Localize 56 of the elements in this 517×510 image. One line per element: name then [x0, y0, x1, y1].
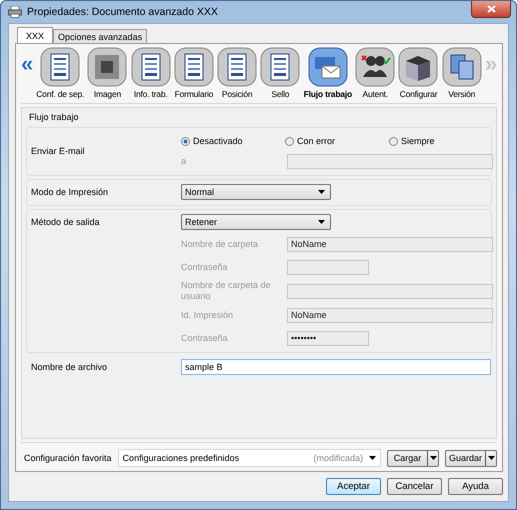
- radio-option[interactable]: Siempre: [389, 136, 493, 146]
- pages-icon: [442, 47, 482, 87]
- dialog-button[interactable]: Ayuda: [448, 478, 503, 495]
- toolbar-button[interactable]: Conf. de sep.: [36, 47, 84, 99]
- dropdown[interactable]: Retener: [181, 214, 331, 230]
- document-icon: [174, 47, 214, 87]
- dropdown[interactable]: Normal: [181, 184, 331, 200]
- radio-option[interactable]: Desactivado: [181, 136, 285, 146]
- dropdown-arrow-icon: [369, 456, 376, 460]
- close-button[interactable]: [471, 1, 511, 18]
- dialog-button[interactable]: Aceptar: [326, 478, 381, 495]
- field-label: Nombre de carpeta de usuario: [181, 280, 272, 302]
- scroll-left-button[interactable]: «: [21, 53, 33, 75]
- toolbar-button[interactable]: Versión: [442, 47, 482, 99]
- toolbar-button[interactable]: Flujo trabajo: [304, 47, 352, 99]
- field-label: Nombre de carpeta: [181, 238, 260, 250]
- field-label: Contraseña: [181, 332, 229, 344]
- toolbar-button[interactable]: Autent.: [355, 47, 396, 99]
- toolbar-button[interactable]: Posición: [217, 47, 258, 99]
- field-label: Modo de Impresión: [31, 187, 110, 197]
- people-icon: [355, 47, 396, 87]
- toolbar-button[interactable]: Info. trab.: [130, 47, 171, 99]
- field-label: Id. Impresión: [181, 310, 234, 320]
- document-icon: [40, 47, 80, 87]
- square-icon: [87, 47, 128, 87]
- window-title: Propiedades: Documento avanzado XXX: [27, 6, 218, 18]
- radio-option[interactable]: Con error: [285, 136, 389, 146]
- field-label: a: [181, 156, 188, 166]
- field-label: Método de salida: [31, 217, 101, 227]
- dropdown-arrow-icon: [430, 456, 436, 460]
- field-label: Nombre de archivo: [31, 362, 108, 372]
- input-field[interactable]: sample B: [181, 359, 491, 375]
- dropdown-arrow-icon: [488, 456, 494, 460]
- field-label: Enviar E-mail: [31, 146, 86, 156]
- dialog-button[interactable]: Cancelar: [387, 478, 442, 495]
- toolbar-button[interactable]: Sello: [260, 47, 300, 99]
- document-icon: [130, 47, 171, 87]
- dropdown[interactable]: Configuraciones predefinidos (modificada): [118, 449, 381, 467]
- tab[interactable]: XXX: [17, 27, 54, 43]
- field-label: Configuración favorita: [24, 453, 112, 463]
- split-button[interactable]: Guardar: [445, 450, 497, 466]
- dropdown-arrow-icon: [318, 190, 325, 194]
- dropdown-arrow-icon: [318, 220, 325, 224]
- section-title: Flujo trabajo: [29, 112, 80, 122]
- box-icon: [398, 47, 438, 87]
- envelope-icon: [308, 47, 348, 87]
- close-icon: [486, 5, 496, 13]
- field-label: Contraseña: [181, 262, 229, 272]
- toolbar-button[interactable]: Formulario: [174, 47, 214, 99]
- tab[interactable]: Opciones avanzadas: [53, 29, 148, 43]
- document-icon: [217, 47, 258, 87]
- document-icon: [260, 47, 300, 87]
- printer-icon: [8, 6, 22, 18]
- split-button[interactable]: Cargar: [387, 450, 439, 466]
- toolbar-button[interactable]: Imagen: [87, 47, 128, 99]
- toolbar-button[interactable]: Configurar: [398, 47, 438, 99]
